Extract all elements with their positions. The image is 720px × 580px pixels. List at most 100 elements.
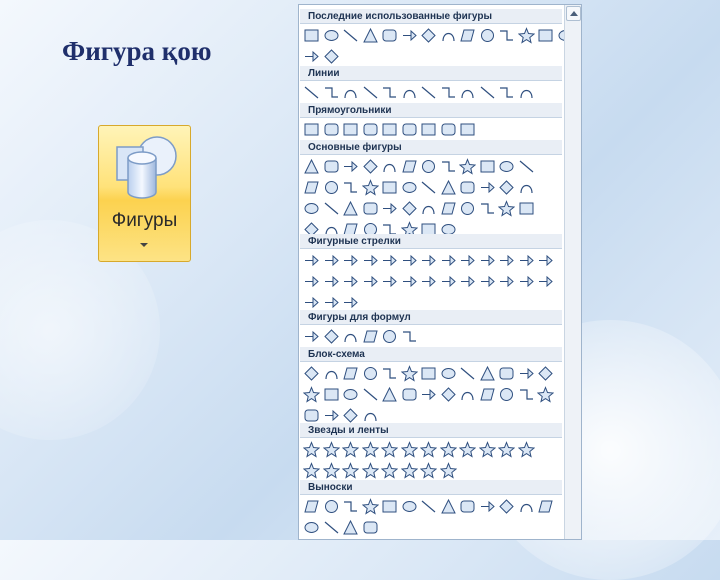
shape-option-icon[interactable] (303, 498, 320, 515)
shape-option-icon[interactable] (323, 84, 340, 101)
shape-option-icon[interactable] (362, 84, 379, 101)
shape-option-icon[interactable] (362, 252, 379, 269)
shape-option-icon[interactable] (381, 498, 398, 515)
shape-option-icon[interactable] (342, 441, 359, 458)
shape-option-icon[interactable] (362, 407, 379, 424)
shape-option-icon[interactable] (537, 273, 554, 290)
shape-option-icon[interactable] (342, 294, 359, 311)
shape-option-icon[interactable] (342, 498, 359, 515)
shape-option-icon[interactable] (459, 158, 476, 175)
shape-option-icon[interactable] (517, 27, 535, 44)
shape-option-icon[interactable] (518, 252, 535, 269)
shape-option-icon[interactable] (439, 462, 457, 479)
shape-option-icon[interactable] (381, 328, 398, 345)
shape-option-icon[interactable] (323, 498, 340, 515)
shape-option-icon[interactable] (342, 328, 359, 345)
shape-option-icon[interactable] (323, 179, 340, 196)
shape-option-icon[interactable] (420, 84, 437, 101)
shape-option-icon[interactable] (479, 200, 496, 217)
shape-option-icon[interactable] (303, 27, 320, 44)
shape-option-icon[interactable] (303, 462, 320, 479)
shape-option-icon[interactable] (401, 328, 418, 345)
shape-option-icon[interactable] (342, 27, 359, 44)
shape-option-icon[interactable] (518, 179, 535, 196)
shape-option-icon[interactable] (381, 121, 398, 138)
shape-option-icon[interactable] (401, 498, 418, 515)
shape-option-icon[interactable] (342, 158, 359, 175)
shape-option-icon[interactable] (323, 252, 340, 269)
shape-option-icon[interactable] (381, 179, 398, 196)
scrollbar[interactable] (564, 5, 581, 539)
shape-option-icon[interactable] (459, 386, 476, 403)
shape-option-icon[interactable] (440, 158, 457, 175)
shape-option-icon[interactable] (323, 121, 340, 138)
shape-option-icon[interactable] (303, 179, 320, 196)
shape-option-icon[interactable] (362, 273, 379, 290)
shape-option-icon[interactable] (361, 179, 379, 196)
shape-option-icon[interactable] (303, 519, 320, 536)
shape-option-icon[interactable] (303, 328, 320, 345)
shape-option-icon[interactable] (381, 158, 398, 175)
shape-option-icon[interactable] (362, 27, 379, 44)
shape-option-icon[interactable] (440, 84, 457, 101)
shape-option-icon[interactable] (401, 158, 418, 175)
shape-option-icon[interactable] (342, 386, 359, 403)
shape-option-icon[interactable] (479, 84, 496, 101)
shape-option-icon[interactable] (440, 386, 457, 403)
shape-option-icon[interactable] (381, 84, 398, 101)
shape-option-icon[interactable] (440, 252, 457, 269)
shape-option-icon[interactable] (323, 158, 340, 175)
shape-option-icon[interactable] (342, 121, 359, 138)
shape-option-icon[interactable] (303, 407, 320, 424)
shape-option-icon[interactable] (517, 441, 535, 458)
shape-option-icon[interactable] (459, 84, 476, 101)
shape-option-icon[interactable] (401, 121, 418, 138)
shape-option-icon[interactable] (537, 252, 554, 269)
shape-option-icon[interactable] (459, 498, 476, 515)
shape-option-icon[interactable] (303, 441, 320, 458)
shape-option-icon[interactable] (342, 407, 359, 424)
shape-option-icon[interactable] (479, 252, 496, 269)
shape-option-icon[interactable] (498, 365, 515, 382)
shape-option-icon[interactable] (459, 441, 476, 458)
shape-option-icon[interactable] (420, 200, 437, 217)
shape-option-icon[interactable] (381, 252, 398, 269)
shape-option-icon[interactable] (401, 252, 418, 269)
shape-option-icon[interactable] (498, 84, 515, 101)
shape-option-icon[interactable] (479, 365, 496, 382)
shape-option-icon[interactable] (323, 48, 340, 65)
shape-option-icon[interactable] (459, 200, 476, 217)
shape-option-icon[interactable] (440, 365, 457, 382)
shape-option-icon[interactable] (323, 407, 340, 424)
shape-option-icon[interactable] (401, 273, 418, 290)
scroll-up-button[interactable] (566, 6, 581, 21)
shape-option-icon[interactable] (303, 84, 320, 101)
shape-option-icon[interactable] (440, 27, 457, 44)
shape-option-icon[interactable] (498, 179, 515, 196)
shape-option-icon[interactable] (342, 273, 359, 290)
shape-option-icon[interactable] (322, 441, 340, 458)
shape-option-icon[interactable] (440, 121, 457, 138)
shape-option-icon[interactable] (479, 158, 496, 175)
shape-option-icon[interactable] (342, 462, 359, 479)
shape-option-icon[interactable] (518, 365, 535, 382)
shape-option-icon[interactable] (459, 121, 476, 138)
shape-option-icon[interactable] (323, 365, 340, 382)
shape-option-icon[interactable] (362, 328, 379, 345)
shape-option-icon[interactable] (323, 27, 340, 44)
shape-option-icon[interactable] (400, 441, 418, 458)
shape-option-icon[interactable] (479, 179, 496, 196)
shape-option-icon[interactable] (361, 462, 379, 479)
shape-option-icon[interactable] (322, 462, 340, 479)
shape-option-icon[interactable] (518, 84, 535, 101)
shape-option-icon[interactable] (459, 252, 476, 269)
shape-option-icon[interactable] (400, 365, 418, 382)
shape-option-icon[interactable] (362, 365, 379, 382)
shape-option-icon[interactable] (518, 386, 535, 403)
shape-option-icon[interactable] (401, 84, 418, 101)
shape-option-icon[interactable] (323, 273, 340, 290)
shape-option-icon[interactable] (537, 498, 554, 515)
shape-option-icon[interactable] (303, 200, 320, 217)
shape-option-icon[interactable] (440, 498, 457, 515)
shape-option-icon[interactable] (498, 252, 515, 269)
